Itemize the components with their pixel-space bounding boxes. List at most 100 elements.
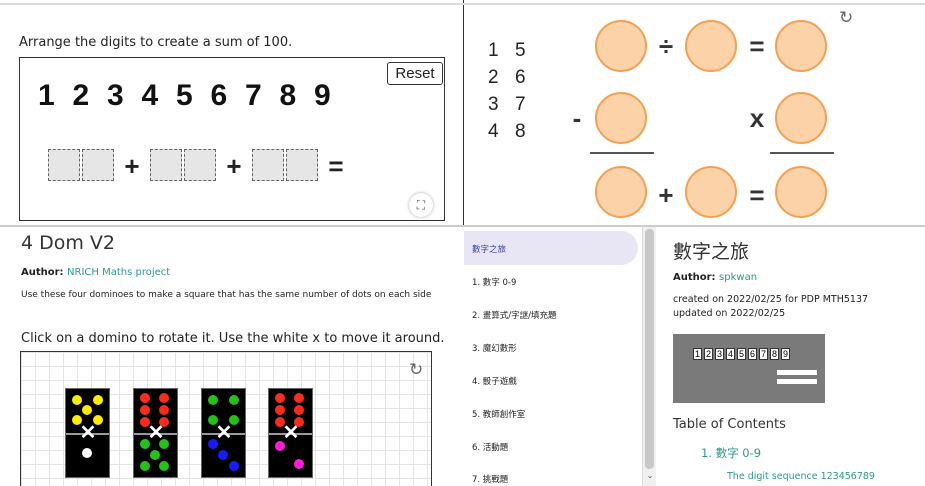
minus-sign: -: [572, 103, 582, 133]
number-tile[interactable]: 1: [488, 37, 499, 64]
drop-slot[interactable]: [150, 149, 182, 181]
answer-circle[interactable]: [775, 166, 827, 218]
thumbnail-digit: 1: [693, 348, 702, 360]
digit-tile[interactable]: 3: [107, 76, 142, 116]
drop-slot[interactable]: [82, 149, 114, 181]
refresh-icon[interactable]: ↻: [839, 8, 853, 28]
answer-circle[interactable]: [685, 20, 737, 72]
circle-equation-panel: 1 2 3 4 5 6 7 8 ÷ = - x + = ↻: [463, 0, 923, 225]
subtraction-line: [590, 152, 654, 154]
sidebar-item-label: 數字之旅: [472, 245, 507, 255]
move-handle-icon[interactable]: ✕: [282, 421, 300, 445]
answer-circle[interactable]: [595, 166, 647, 218]
digit-sum-panel: Arrange the digits to create a sum of 10…: [0, 0, 462, 225]
digit-tile[interactable]: 8: [280, 76, 315, 116]
number-tile[interactable]: 4: [488, 118, 499, 145]
activity-instruction: Click on a domino to rotate it. Use the …: [21, 331, 445, 346]
domino-dot: [294, 405, 304, 415]
reset-button[interactable]: Reset: [387, 62, 443, 85]
digit-tile[interactable]: 9: [314, 76, 349, 116]
domino-tile[interactable]: ✕: [201, 388, 246, 478]
number-tile[interactable]: 7: [515, 91, 526, 118]
domino-dot: [93, 395, 103, 405]
times-sign: x: [749, 103, 765, 133]
scroll-down-icon[interactable]: ⌄: [645, 471, 655, 480]
author-link[interactable]: spkwan: [719, 272, 757, 283]
answer-circle[interactable]: [595, 92, 647, 144]
sidebar-item[interactable]: 7. 挑戰題: [472, 473, 637, 485]
book-title: 數字之旅: [673, 241, 750, 263]
domino-dot: [159, 405, 169, 415]
domino-tile[interactable]: ✕: [65, 388, 110, 478]
thumbnail-digit: 7: [759, 348, 768, 360]
digit-tile[interactable]: 6: [211, 76, 246, 116]
sidebar-item[interactable]: 5. 教師創作室: [472, 408, 637, 420]
domino-dot: [82, 405, 92, 415]
multiplication-line: [770, 152, 834, 154]
drop-slot[interactable]: [286, 149, 318, 181]
refresh-icon[interactable]: ↻: [409, 360, 423, 380]
number-tile[interactable]: 3: [488, 91, 499, 118]
plus-sign: +: [658, 180, 674, 210]
fullscreen-icon[interactable]: ⛶: [409, 193, 433, 217]
digit-tile[interactable]: 2: [73, 76, 108, 116]
thumbnail-digit: 9: [781, 348, 790, 360]
move-handle-icon[interactable]: ✕: [215, 421, 233, 445]
move-handle-icon[interactable]: ✕: [79, 421, 97, 445]
toc-heading: Table of Contents: [673, 417, 786, 432]
divide-sign: ÷: [658, 31, 674, 61]
sidebar-scrollbar[interactable]: ⌄: [642, 227, 656, 486]
digit-tile[interactable]: 4: [142, 76, 177, 116]
author-line: Author: NRICH Maths project: [21, 267, 170, 278]
toc-item[interactable]: 1. 數字 0-9: [701, 445, 761, 461]
plus-sign: +: [124, 151, 140, 181]
sidebar-item[interactable]: 3. 魔幻數形: [472, 342, 637, 354]
number-tile[interactable]: 2: [488, 64, 499, 91]
screenshot-collage: Arrange the digits to create a sum of 10…: [0, 0, 925, 486]
sidebar-item[interactable]: 4. 骰子遊戲: [472, 375, 637, 387]
domino-dot: [218, 450, 228, 460]
domino-dot: [140, 393, 150, 403]
digit-tray: 1 2 3 4 5 6 7 8 9: [38, 76, 349, 116]
thumbnail-digit: 2: [704, 348, 713, 360]
plus-sign: +: [226, 151, 242, 181]
number-tile[interactable]: 5: [515, 37, 526, 64]
domino-grid: ↻ ✕ ✕ ✕ ✕: [20, 351, 432, 486]
created-date: created on 2022/02/25 for PDP MTH5137: [673, 294, 869, 305]
thumbnail-button-bar: [777, 370, 817, 375]
number-tile[interactable]: 6: [515, 64, 526, 91]
domino-dot: [275, 405, 285, 415]
author-label: Author:: [673, 272, 716, 283]
sidebar-item-active[interactable]: 數字之旅: [464, 231, 638, 265]
domino-dot: [229, 395, 239, 405]
domino-dot: [159, 393, 169, 403]
sidebar-item[interactable]: 6. 活動題: [472, 441, 637, 453]
sidebar-item[interactable]: 2. 畫算式/字謎/填充題: [472, 309, 637, 321]
scrollbar-thumb[interactable]: [645, 229, 654, 469]
digit-tile[interactable]: 5: [176, 76, 211, 116]
answer-circle[interactable]: [595, 20, 647, 72]
book-detail-panel: 數字之旅 Author: spkwan created on 2022/02/2…: [657, 227, 925, 486]
move-handle-icon[interactable]: ✕: [147, 421, 165, 445]
domino-dot: [150, 450, 160, 460]
book-thumbnail[interactable]: 1 2 3 4 5 6 7 8 9: [673, 334, 825, 403]
top-divider: [0, 3, 925, 5]
number-tile[interactable]: 8: [515, 118, 526, 145]
domino-tile[interactable]: ✕: [268, 388, 313, 478]
digit-tile[interactable]: 7: [245, 76, 280, 116]
author-link[interactable]: NRICH Maths project: [67, 267, 170, 278]
drop-slot[interactable]: [48, 149, 80, 181]
drop-slot[interactable]: [252, 149, 284, 181]
digit-tile[interactable]: 1: [38, 76, 73, 116]
answer-circle[interactable]: [775, 92, 827, 144]
answer-circle[interactable]: [685, 166, 737, 218]
puzzle-prompt: Arrange the digits to create a sum of 10…: [19, 35, 293, 50]
drop-slot[interactable]: [184, 149, 216, 181]
sidebar-item[interactable]: 1. 數字 0-9: [472, 276, 637, 288]
answer-circle[interactable]: [775, 20, 827, 72]
equals-sign: =: [749, 31, 765, 61]
domino-dot: [294, 393, 304, 403]
toc-subitem[interactable]: The digit sequence 123456789: [727, 471, 875, 482]
domino-tile[interactable]: ✕: [133, 388, 178, 478]
thumbnail-digit: 4: [726, 348, 735, 360]
